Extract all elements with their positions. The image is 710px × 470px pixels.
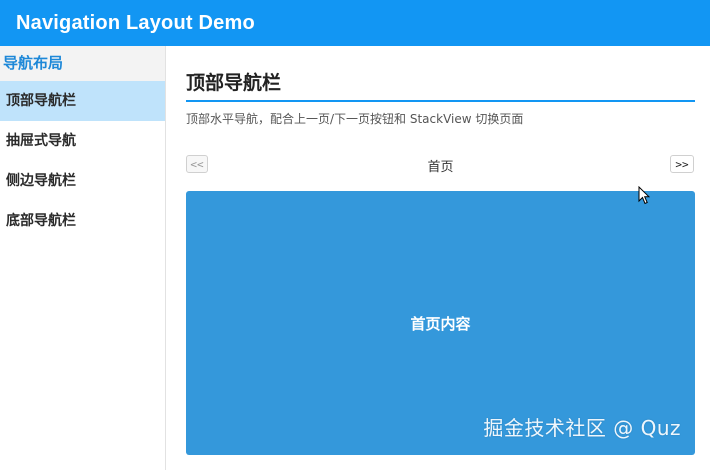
app-window: Navigation Layout Demo 导航布局 顶部导航栏 抽屉式导航 … xyxy=(0,0,710,470)
page-content-text: 首页内容 xyxy=(410,314,471,333)
title-divider xyxy=(186,100,695,102)
sidebar-item-side-nav[interactable]: 侧边导航栏 xyxy=(0,161,165,201)
title-bar: Navigation Layout Demo xyxy=(0,0,710,46)
main-content: 顶部导航栏 顶部水平导航，配合上一页/下一页按钮和 StackView 切换页面… xyxy=(166,46,710,470)
sidebar-header: 导航布局 xyxy=(0,46,165,81)
sidebar-item-top-nav[interactable]: 顶部导航栏 xyxy=(0,81,165,121)
sidebar-item-drawer-nav[interactable]: 抽屉式导航 xyxy=(0,121,165,161)
sidebar-item-label: 底部导航栏 xyxy=(6,213,76,229)
sidebar-item-label: 顶部导航栏 xyxy=(6,93,76,109)
sidebar: 导航布局 顶部导航栏 抽屉式导航 侧边导航栏 底部导航栏 xyxy=(0,46,166,470)
stack-view-page: 首页内容 掘金技术社区 @ Quz xyxy=(186,191,695,455)
sidebar-item-bottom-nav[interactable]: 底部导航栏 xyxy=(0,201,165,241)
window-title: Navigation Layout Demo xyxy=(16,11,255,34)
current-page-label: 首页 xyxy=(427,160,454,175)
page-title: 顶部导航栏 xyxy=(186,72,282,94)
previous-page-button[interactable]: << xyxy=(186,155,208,173)
sidebar-item-label: 侧边导航栏 xyxy=(6,173,76,189)
next-page-button[interactable]: >> xyxy=(670,155,694,173)
page-description: 顶部水平导航，配合上一页/下一页按钮和 StackView 切换页面 xyxy=(186,112,524,126)
mouse-pointer-icon xyxy=(638,186,650,205)
watermark: 掘金技术社区 @ Quz xyxy=(483,416,681,440)
sidebar-item-label: 抽屉式导航 xyxy=(6,133,76,149)
